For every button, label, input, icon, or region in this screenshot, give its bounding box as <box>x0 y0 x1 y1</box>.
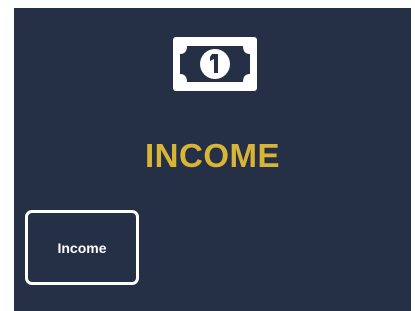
income-button-label: Income <box>57 239 107 256</box>
income-panel: INCOME Income <box>14 8 411 311</box>
income-button[interactable]: Income <box>25 210 139 285</box>
page-title: INCOME <box>145 137 280 174</box>
dollar-bill-icon <box>173 37 257 91</box>
